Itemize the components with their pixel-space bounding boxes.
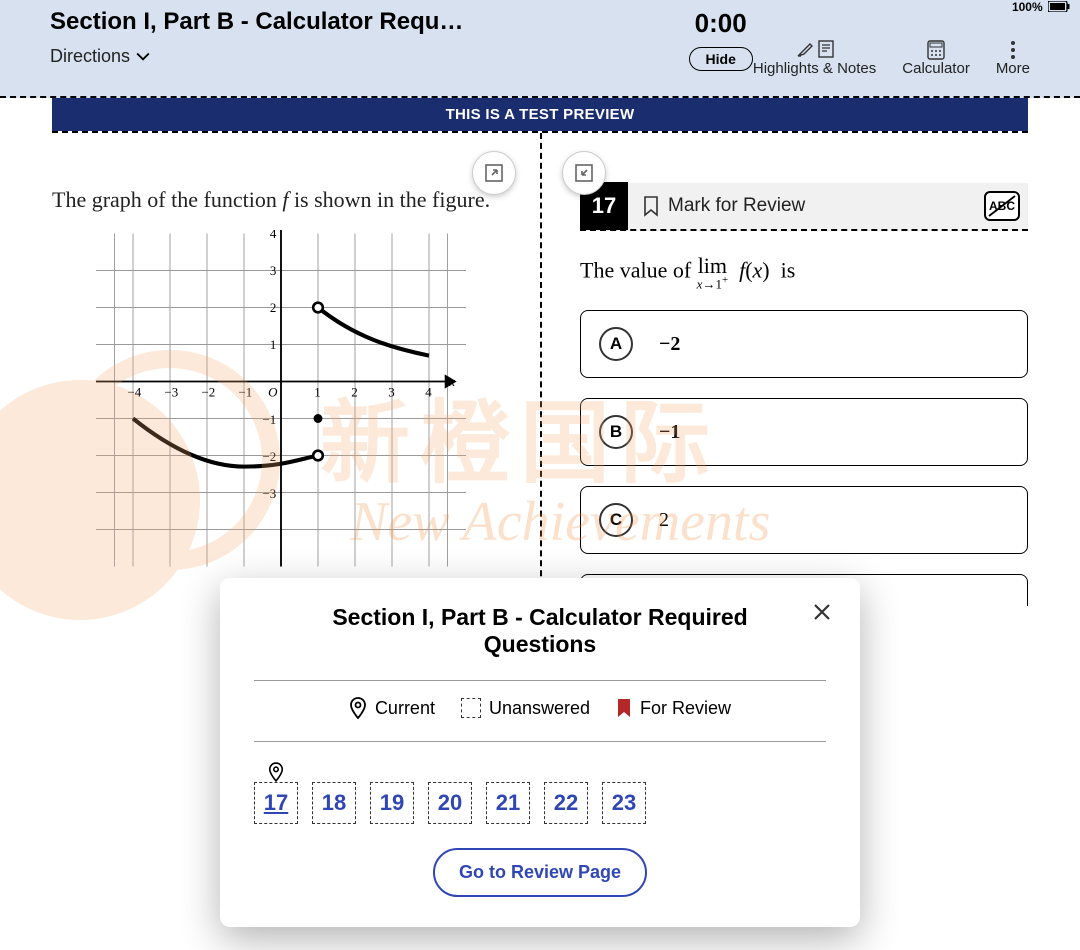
answer-choice-c[interactable]: C 2 [580, 486, 1028, 554]
svg-text:−2: −2 [201, 384, 215, 399]
app-header: Section I, Part B - Calculator Requ… Dir… [0, 0, 1080, 98]
question-header: 17 Mark for Review ABC [580, 183, 1028, 231]
svg-text:3: 3 [270, 263, 276, 278]
choice-text: 2 [659, 509, 669, 532]
battery-level: 100% [1012, 0, 1043, 14]
location-icon [349, 697, 367, 719]
svg-text:−1: −1 [263, 412, 277, 427]
calculator-button[interactable]: Calculator [902, 40, 970, 77]
question-stem: The graph of the function f is shown in … [52, 183, 510, 216]
close-icon [812, 602, 832, 622]
function-graph: −4−3−2−1 O 1234 −1−2−3 1234 xy [96, 230, 466, 570]
question-prompt: The value of limx→1+ f(x) is [580, 255, 1028, 290]
collapse-right-button[interactable] [562, 151, 606, 195]
question-navigator-popup: Section I, Part B - Calculator Required … [220, 578, 860, 927]
calculator-icon [927, 40, 945, 60]
highlights-notes-button[interactable]: Highlights & Notes [753, 38, 876, 77]
content-area: The graph of the function f is shown in … [52, 131, 1028, 606]
answer-choice-b[interactable]: B −1 [580, 398, 1028, 466]
nav-question-17[interactable]: 17 [254, 782, 298, 824]
svg-text:x: x [448, 374, 455, 389]
choice-bubble: A [599, 327, 633, 361]
more-button[interactable]: More [996, 40, 1030, 77]
timer: 0:00 [689, 8, 753, 39]
note-icon [818, 40, 834, 58]
choice-text: −1 [659, 421, 680, 444]
svg-text:2: 2 [351, 384, 357, 399]
svg-text:−4: −4 [127, 384, 141, 399]
navigator-legend: Current Unanswered For Review [254, 697, 826, 719]
svg-text:3: 3 [388, 384, 394, 399]
hide-timer-button[interactable]: Hide [689, 47, 753, 71]
stimulus-pane: The graph of the function f is shown in … [52, 133, 540, 606]
bookmark-icon [642, 195, 660, 217]
svg-text:−1: −1 [238, 384, 252, 399]
svg-text:−3: −3 [164, 384, 178, 399]
highlighter-icon [796, 40, 814, 58]
mark-for-review-button[interactable]: Mark for Review [642, 195, 805, 217]
bookmark-filled-icon [616, 698, 632, 718]
svg-text:1: 1 [314, 384, 320, 399]
collapse-icon [574, 163, 594, 183]
answer-choice-a[interactable]: A −2 [580, 310, 1028, 378]
directions-dropdown[interactable]: Directions [50, 46, 150, 67]
status-bar: 100% [1012, 0, 1070, 14]
choice-bubble: C [599, 503, 633, 537]
svg-text:−2: −2 [263, 449, 277, 464]
expand-left-button[interactable] [472, 151, 516, 195]
svg-text:4: 4 [270, 230, 277, 241]
preview-banner: THIS IS A TEST PREVIEW [52, 98, 1028, 131]
nav-question-20[interactable]: 20 [428, 782, 472, 824]
strike-answers-button[interactable]: ABC [984, 191, 1020, 221]
nav-question-21[interactable]: 21 [486, 782, 530, 824]
choice-bubble: B [599, 415, 633, 449]
question-pane: 17 Mark for Review ABC The value of limx… [540, 133, 1028, 606]
question-list: 17 18 19 20 21 22 23 [254, 762, 826, 824]
svg-text:4: 4 [425, 384, 432, 399]
nav-question-19[interactable]: 19 [370, 782, 414, 824]
expand-icon [484, 163, 504, 183]
location-icon [268, 762, 284, 782]
svg-text:1: 1 [270, 337, 276, 352]
goto-review-button[interactable]: Go to Review Page [433, 848, 647, 897]
more-dots-icon [1010, 40, 1016, 60]
close-navigator-button[interactable] [812, 602, 832, 629]
chevron-down-icon [136, 50, 150, 64]
section-title: Section I, Part B - Calculator Requ… [50, 8, 689, 36]
svg-text:−3: −3 [263, 486, 277, 501]
choice-text: −2 [659, 333, 680, 356]
dashed-square-icon [461, 698, 481, 718]
nav-question-18[interactable]: 18 [312, 782, 356, 824]
nav-question-22[interactable]: 22 [544, 782, 588, 824]
svg-text:O: O [268, 384, 278, 399]
svg-text:2: 2 [270, 300, 276, 315]
navigator-title: Section I, Part B - Calculator Required … [254, 604, 826, 658]
nav-question-23[interactable]: 23 [602, 782, 646, 824]
